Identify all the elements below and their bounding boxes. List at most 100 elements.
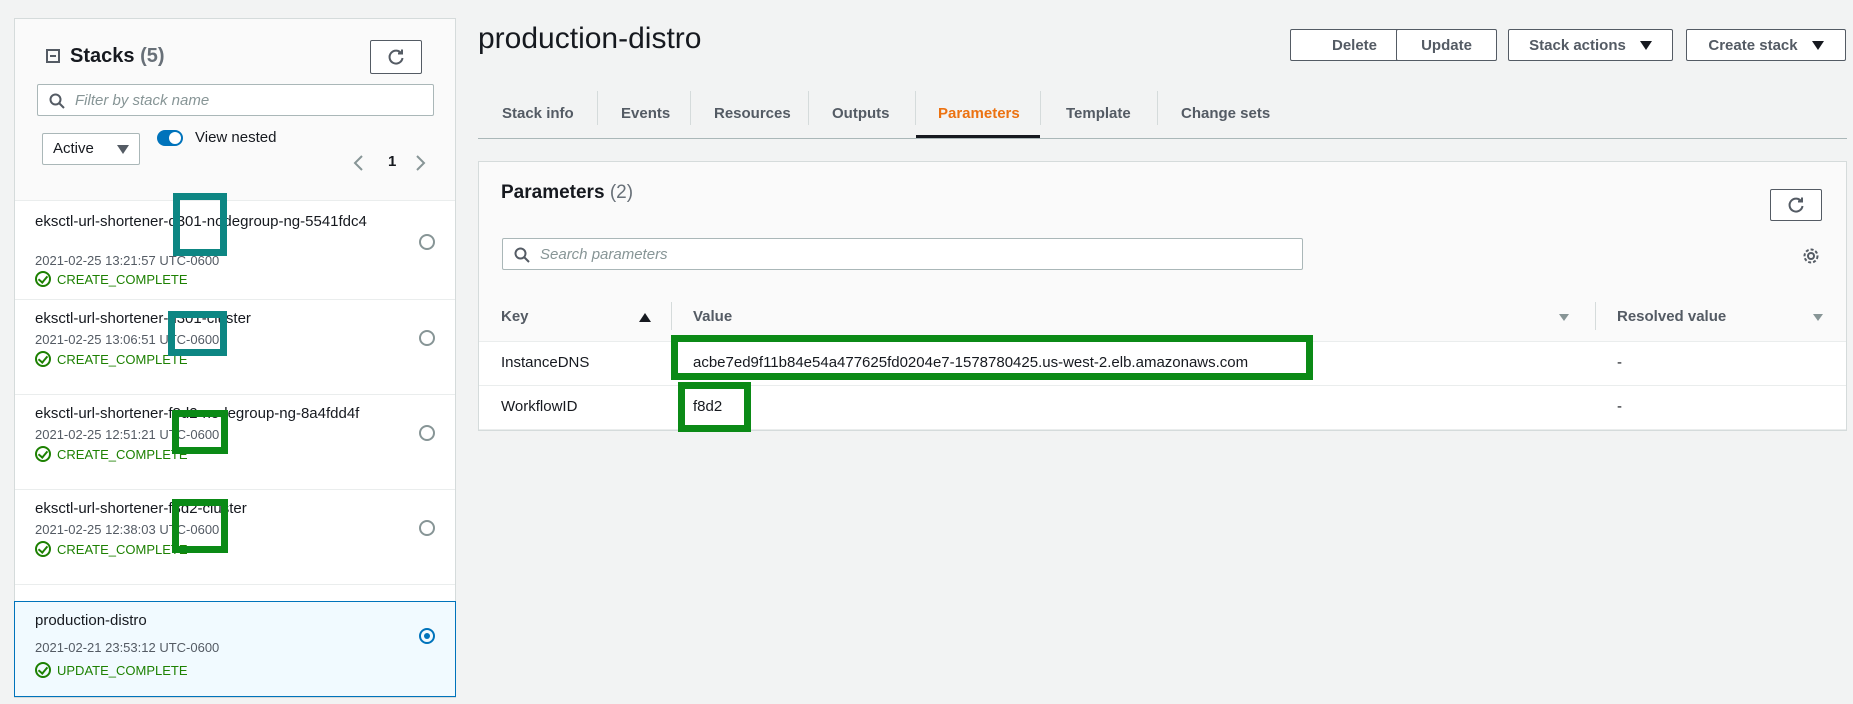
param-value: acbe7ed9f11b84e54a477625fd0204e7-1578780…: [693, 354, 1249, 371]
tab-divider: [690, 91, 691, 125]
update-button-label: Update: [1421, 36, 1472, 54]
tab-divider: [808, 91, 809, 125]
stack-item[interactable]: eksctl-url-shortener-d301-nodegroup-ng-5…: [15, 201, 455, 300]
stack-time: 2021-02-25 13:21:57 UTC-0600: [35, 253, 220, 268]
stack-time: 2021-02-25 12:38:03 UTC-0600: [35, 522, 220, 537]
stack-radio[interactable]: [419, 520, 435, 536]
tab-change-sets[interactable]: Change sets: [1181, 87, 1270, 139]
stack-status-label: CREATE_COMPLETE: [57, 271, 188, 287]
column-divider: [671, 302, 672, 330]
status-filter-select[interactable]: Active: [42, 133, 140, 165]
tab-template[interactable]: Template: [1066, 87, 1131, 139]
param-resolved: -: [1617, 354, 1622, 371]
delete-button-label: Delete: [1331, 36, 1378, 54]
stack-status: CREATE_COMPLETE: [35, 351, 188, 367]
stack-name[interactable]: eksctl-url-shortener-f8d2-nodegroup-ng-8…: [35, 403, 395, 425]
chevron-right-icon[interactable]: [413, 153, 427, 173]
tab-events[interactable]: Events: [621, 87, 670, 139]
check-circle-icon: [35, 446, 51, 462]
stack-time: 2021-02-25 12:51:21 UTC-0600: [35, 427, 220, 442]
stacks-title-label: Stacks: [70, 45, 135, 67]
tab-divider: [597, 91, 598, 125]
stack-actions-button[interactable]: Stack actions: [1508, 29, 1673, 61]
parameters-title: Parameters (2): [501, 182, 633, 204]
stack-item[interactable]: eksctl-url-shortener-d301-cluster 2021-0…: [15, 300, 455, 395]
stack-time: 2021-02-21 23:53:12 UTC-0600: [35, 640, 220, 655]
caret-down-icon: [117, 145, 129, 154]
view-nested-label: View nested: [195, 129, 277, 146]
tab-stack-info[interactable]: Stack info: [502, 87, 574, 139]
check-circle-icon: [35, 541, 51, 557]
table-row: WorkflowID f8d2 -: [479, 386, 1846, 430]
parameters-title-label: Parameters: [501, 182, 605, 203]
stack-name[interactable]: eksctl-url-shortener-d301-nodegroup-ng-5…: [35, 211, 395, 233]
chevron-left-icon[interactable]: [352, 153, 366, 173]
stack-radio[interactable]: [419, 330, 435, 346]
stack-name[interactable]: eksctl-url-shortener-f8d2-cluster: [35, 498, 395, 520]
stack-status-label: CREATE_COMPLETE: [57, 351, 188, 367]
stack-status: CREATE_COMPLETE: [35, 271, 188, 287]
stacks-panel: Stacks (5) Filter by stack name Active V…: [14, 18, 456, 698]
stack-name[interactable]: production-distro: [35, 610, 395, 632]
param-value: f8d2: [693, 398, 723, 415]
parameters-search-placeholder: Search parameters: [540, 246, 668, 263]
parameters-header: Parameters (2) Search parameters Key Val…: [479, 162, 1846, 342]
tab-divider: [915, 91, 916, 125]
parameters-search-input[interactable]: Search parameters: [502, 238, 1303, 270]
stack-status: CREATE_COMPLETE: [35, 541, 188, 557]
table-row: InstanceDNS acbe7ed9f11b84e54a477625fd02…: [479, 342, 1846, 386]
tab-parameters[interactable]: Parameters: [938, 87, 1020, 139]
tab-resources[interactable]: Resources: [714, 87, 791, 139]
stacks-count: (5): [140, 45, 165, 67]
column-header-resolved-value[interactable]: Resolved value: [1617, 308, 1726, 325]
check-circle-icon: [35, 351, 51, 367]
stack-item[interactable]: eksctl-url-shortener-f8d2-nodegroup-ng-8…: [15, 395, 455, 490]
gear-icon[interactable]: [1802, 247, 1820, 265]
stack-status-label: CREATE_COMPLETE: [57, 541, 188, 557]
sort-ascending-icon[interactable]: [639, 313, 651, 322]
page-title: production-distro: [478, 22, 702, 55]
check-circle-icon: [35, 662, 51, 678]
stack-actions-label: Stack actions: [1529, 36, 1626, 54]
stack-radio[interactable]: [419, 234, 435, 250]
parameters-refresh-button[interactable]: [1770, 189, 1822, 221]
caret-down-icon: [1639, 40, 1652, 50]
tab-bar: Stack info Events Resources Outputs Para…: [478, 87, 1847, 139]
refresh-icon: [388, 49, 404, 65]
column-header-key[interactable]: Key: [501, 308, 529, 325]
stack-status: CREATE_COMPLETE: [35, 446, 188, 462]
stack-item-selected[interactable]: production-distro 2021-02-21 23:53:12 UT…: [14, 601, 456, 697]
tab-divider: [1040, 91, 1041, 125]
check-circle-icon: [35, 271, 51, 287]
stack-item[interactable]: eksctl-url-shortener-f8d2-cluster 2021-0…: [15, 490, 455, 585]
stack-status: UPDATE_COMPLETE: [35, 662, 188, 678]
collapse-icon[interactable]: [46, 49, 60, 63]
caret-down-icon: [1811, 40, 1824, 50]
search-icon: [514, 247, 530, 263]
parameters-container: Parameters (2) Search parameters Key Val…: [478, 161, 1847, 431]
stacks-refresh-button[interactable]: [370, 40, 422, 74]
status-filter-value: Active: [53, 140, 94, 157]
stack-radio[interactable]: [419, 425, 435, 441]
stack-filter-input[interactable]: Filter by stack name: [37, 84, 434, 116]
stack-radio-selected[interactable]: [419, 628, 435, 644]
create-stack-button[interactable]: Create stack: [1686, 29, 1846, 61]
tab-divider: [1157, 91, 1158, 125]
tab-outputs[interactable]: Outputs: [832, 87, 890, 139]
page-number[interactable]: 1: [388, 153, 396, 170]
column-header-value[interactable]: Value: [693, 308, 732, 325]
active-tab-underline: [916, 135, 1040, 138]
sort-toggle-icon[interactable]: [1813, 314, 1823, 321]
column-divider: [1595, 302, 1596, 330]
view-nested-toggle[interactable]: [157, 130, 183, 146]
stack-status-label: CREATE_COMPLETE: [57, 446, 188, 462]
update-button[interactable]: Update: [1396, 29, 1497, 61]
refresh-icon: [1788, 197, 1804, 213]
search-icon: [49, 93, 65, 109]
stacks-title: Stacks (5): [70, 45, 165, 68]
stack-name[interactable]: eksctl-url-shortener-d301-cluster: [35, 308, 395, 330]
sort-toggle-icon[interactable]: [1559, 314, 1569, 321]
stacks-panel-header: Stacks (5) Filter by stack name Active V…: [15, 19, 455, 201]
param-resolved: -: [1617, 398, 1622, 415]
stack-status-label: UPDATE_COMPLETE: [57, 662, 188, 678]
